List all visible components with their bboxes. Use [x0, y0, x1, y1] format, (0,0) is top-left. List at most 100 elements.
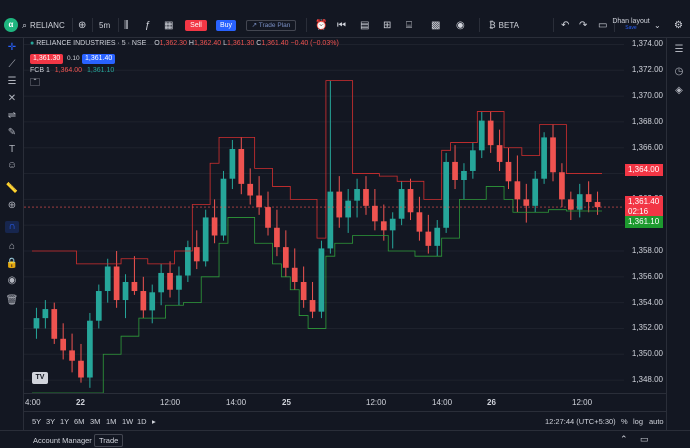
price-chart[interactable] [24, 38, 624, 393]
candle [113, 266, 120, 301]
watchlist-icon[interactable]: ☰ [672, 44, 686, 56]
replay-icon[interactable]: ⏮ [337, 14, 346, 36]
account-manager-tab[interactable]: Account Manager [33, 436, 92, 445]
magnet-icon[interactable]: ∩ [5, 221, 19, 233]
lock-icon[interactable]: 🔒 [5, 258, 19, 270]
minimize-icon[interactable]: ⌃ [620, 434, 628, 445]
maximize-icon[interactable]: ▭ [640, 434, 649, 445]
candle [265, 207, 271, 228]
pitchfork-icon[interactable]: ✕ [5, 93, 19, 105]
eye-icon[interactable]: ◉ [5, 275, 19, 287]
app-logo[interactable]: α [4, 18, 18, 32]
heatmap-icon[interactable]: ▩ [431, 14, 440, 36]
indicators-icon[interactable]: ƒ [145, 14, 151, 36]
layout-grid-icon[interactable]: ▭ [598, 14, 607, 36]
trade-tab[interactable]: Trade [94, 434, 124, 447]
fcb-high-line [32, 80, 602, 265]
undo-icon[interactable]: ↶ [561, 14, 569, 36]
candle [167, 272, 173, 290]
interval-button[interactable]: 5m [99, 14, 110, 36]
log-toggle[interactable]: log [633, 417, 643, 426]
compare-add-icon[interactable]: ⊕ [78, 14, 86, 36]
symbol-search[interactable]: ⌕ RELIANC [22, 14, 65, 36]
price-label: 1,372.00 [631, 65, 663, 75]
screener-icon[interactable]: ⌸ [406, 14, 412, 36]
settings-icon[interactable]: ⚙ [674, 14, 683, 36]
layers-icon[interactable]: ◈ [672, 85, 686, 97]
templates-icon[interactable]: ▦ [164, 14, 173, 36]
candle [336, 191, 343, 218]
candle [380, 221, 387, 231]
brush-icon[interactable]: ✎ [5, 127, 19, 139]
chart-legend[interactable]: ● RELIANCE INDUSTRIES · 5 · NSE O1,362.3… [30, 40, 339, 47]
time-label: 26 [487, 398, 496, 407]
alert-icon[interactable]: ⏰ [315, 14, 327, 36]
chevron-down-icon[interactable]: ⌄ [654, 14, 661, 36]
tradingview-logo[interactable]: TV [32, 372, 48, 384]
legend-o: 1,362.30 [159, 40, 187, 47]
legend-c: 1,361.40 [261, 40, 289, 47]
range-1w[interactable]: 1W [122, 417, 133, 426]
range-5y[interactable]: 5Y [32, 417, 41, 426]
price-label: 1,354.00 [631, 297, 663, 307]
calculator-icon[interactable]: ▤ [360, 14, 369, 36]
candle [496, 145, 503, 162]
crosshair-icon[interactable]: ✛ [5, 42, 19, 54]
buy-button[interactable]: Buy [216, 20, 236, 31]
zoom-in-icon[interactable]: ⊕ [5, 200, 19, 212]
date-range-icon[interactable]: ▸ [152, 417, 156, 426]
broadcast-icon[interactable]: ◉ [456, 14, 465, 36]
range-6m[interactable]: 6M [74, 417, 84, 426]
percent-toggle[interactable]: % [621, 417, 628, 426]
fcb-high-tag: 1,364.00 [625, 164, 663, 176]
candle [104, 266, 111, 292]
candle [532, 178, 539, 206]
lock-drawings-icon[interactable]: ⌂ [5, 241, 19, 253]
fib-icon[interactable]: ⇌ [5, 110, 19, 122]
horizontal-lines-icon[interactable]: ☰ [5, 76, 19, 88]
price-label: 1,356.00 [631, 271, 663, 281]
sell-button[interactable]: Sell [185, 20, 207, 31]
collapse-icon[interactable]: ⌃ [30, 78, 40, 86]
alerts-clock-icon[interactable]: ◷ [672, 66, 686, 78]
price-label: 1,348.00 [631, 375, 663, 385]
range-1y[interactable]: 1Y [60, 417, 69, 426]
candle [229, 149, 236, 179]
redo-icon[interactable]: ↷ [579, 14, 587, 36]
emoji-icon[interactable]: ☺ [5, 160, 19, 172]
range-1d[interactable]: 1D [137, 417, 147, 426]
range-3y[interactable]: 3Y [46, 417, 55, 426]
candle [291, 267, 298, 282]
candle [585, 194, 592, 202]
fcb-high-value: 1,364.00 [54, 67, 83, 74]
range-3m[interactable]: 3M [90, 417, 100, 426]
time-axis[interactable]: 4:00 22 12:00 14:00 25 12:00 14:00 26 12… [24, 393, 666, 411]
range-1m[interactable]: 1M [106, 417, 116, 426]
candle [327, 191, 334, 249]
buy-price-button[interactable]: 1,361.40 [82, 54, 116, 64]
ruler-icon[interactable]: 📏 [5, 183, 19, 195]
price-label: 1,370.00 [631, 91, 663, 101]
legend-change: −0.40 (−0.03%) [290, 40, 339, 47]
candle [131, 281, 138, 292]
options-chain-icon[interactable]: ⊞ [383, 14, 391, 36]
countdown-tag: 02:16 [625, 206, 663, 216]
sell-price-button[interactable]: 1,361.30 [30, 54, 64, 64]
clock-display[interactable]: 12:27:44 (UTC+5:30) [545, 417, 616, 426]
candle [122, 281, 129, 301]
text-icon[interactable]: T [5, 144, 19, 156]
candle [300, 281, 307, 301]
candle [372, 205, 378, 222]
trash-icon[interactable]: 🗑 [5, 295, 19, 307]
candle [567, 199, 574, 210]
beta-button[interactable]: ₿ BETA [489, 14, 519, 36]
candle [452, 161, 458, 180]
trend-line-icon[interactable]: ⟋ [5, 59, 19, 71]
indicator-legend[interactable]: FCB 1 1,364.00 1,361.10 [30, 67, 114, 74]
auto-toggle[interactable]: auto [649, 417, 664, 426]
candle [318, 248, 325, 312]
trade-plan-button[interactable]: ↗ Trade Plan [246, 20, 296, 31]
layout-selector[interactable]: Dhan layout Save [611, 18, 651, 31]
chart-type-icon[interactable]: ⫼ [124, 14, 129, 36]
price-axis[interactable]: 1,374.00 1,372.00 1,370.00 1,368.00 1,366.00… [624, 38, 666, 393]
